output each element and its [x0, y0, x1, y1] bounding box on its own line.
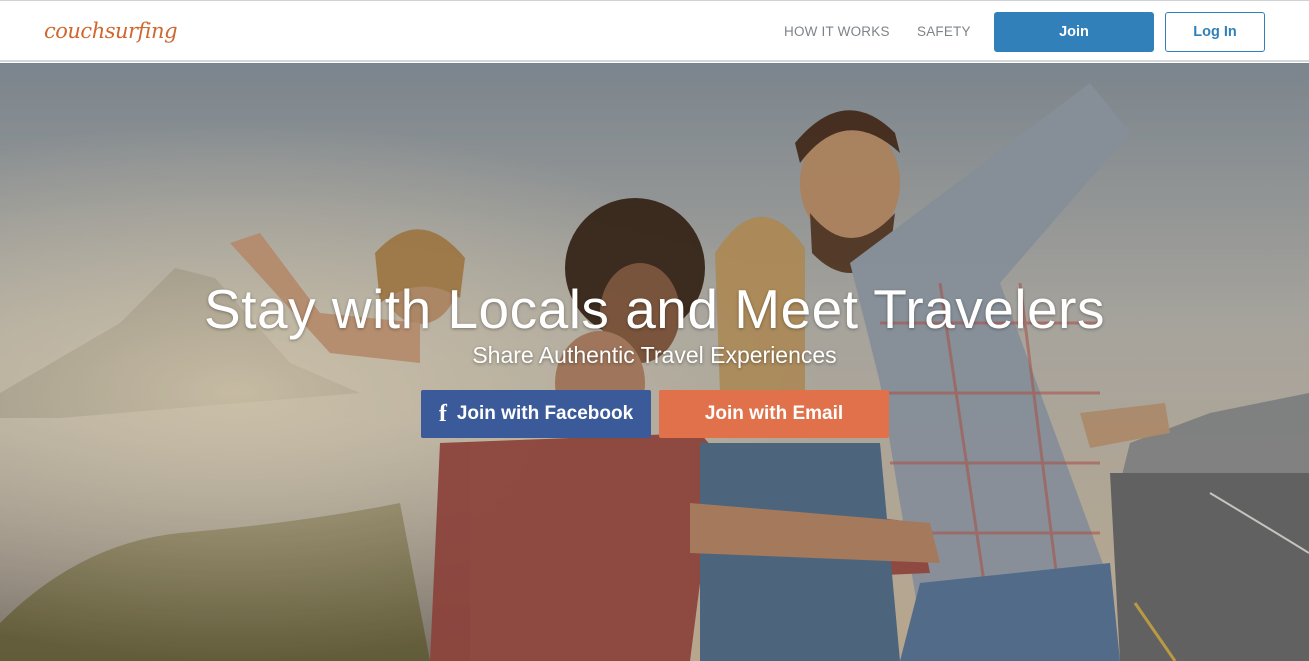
hero-title: Stay with Locals and Meet Travelers	[204, 278, 1105, 340]
couchsurfing-logo[interactable]: couchsurfing	[44, 11, 178, 51]
hero-subtitle: Share Authentic Travel Experiences	[472, 342, 837, 368]
hero-section: Stay with Locals and Meet Travelers Shar…	[0, 63, 1309, 661]
nav-safety-link[interactable]: SAFETY	[917, 24, 971, 39]
join-with-facebook-button[interactable]: f Join with Facebook	[421, 390, 651, 438]
join-with-facebook-label: Join with Facebook	[456, 403, 634, 424]
join-button[interactable]: Join	[994, 12, 1154, 52]
join-with-email-button[interactable]: Join with Email	[659, 390, 889, 438]
facebook-f-icon: f	[438, 401, 447, 427]
nav-how-it-works-link[interactable]: HOW IT WORKS	[784, 24, 890, 39]
top-navigation-bar: couchsurfing HOW IT WORKS SAFETY Join Lo…	[0, 0, 1309, 62]
log-in-button[interactable]: Log In	[1165, 12, 1265, 52]
